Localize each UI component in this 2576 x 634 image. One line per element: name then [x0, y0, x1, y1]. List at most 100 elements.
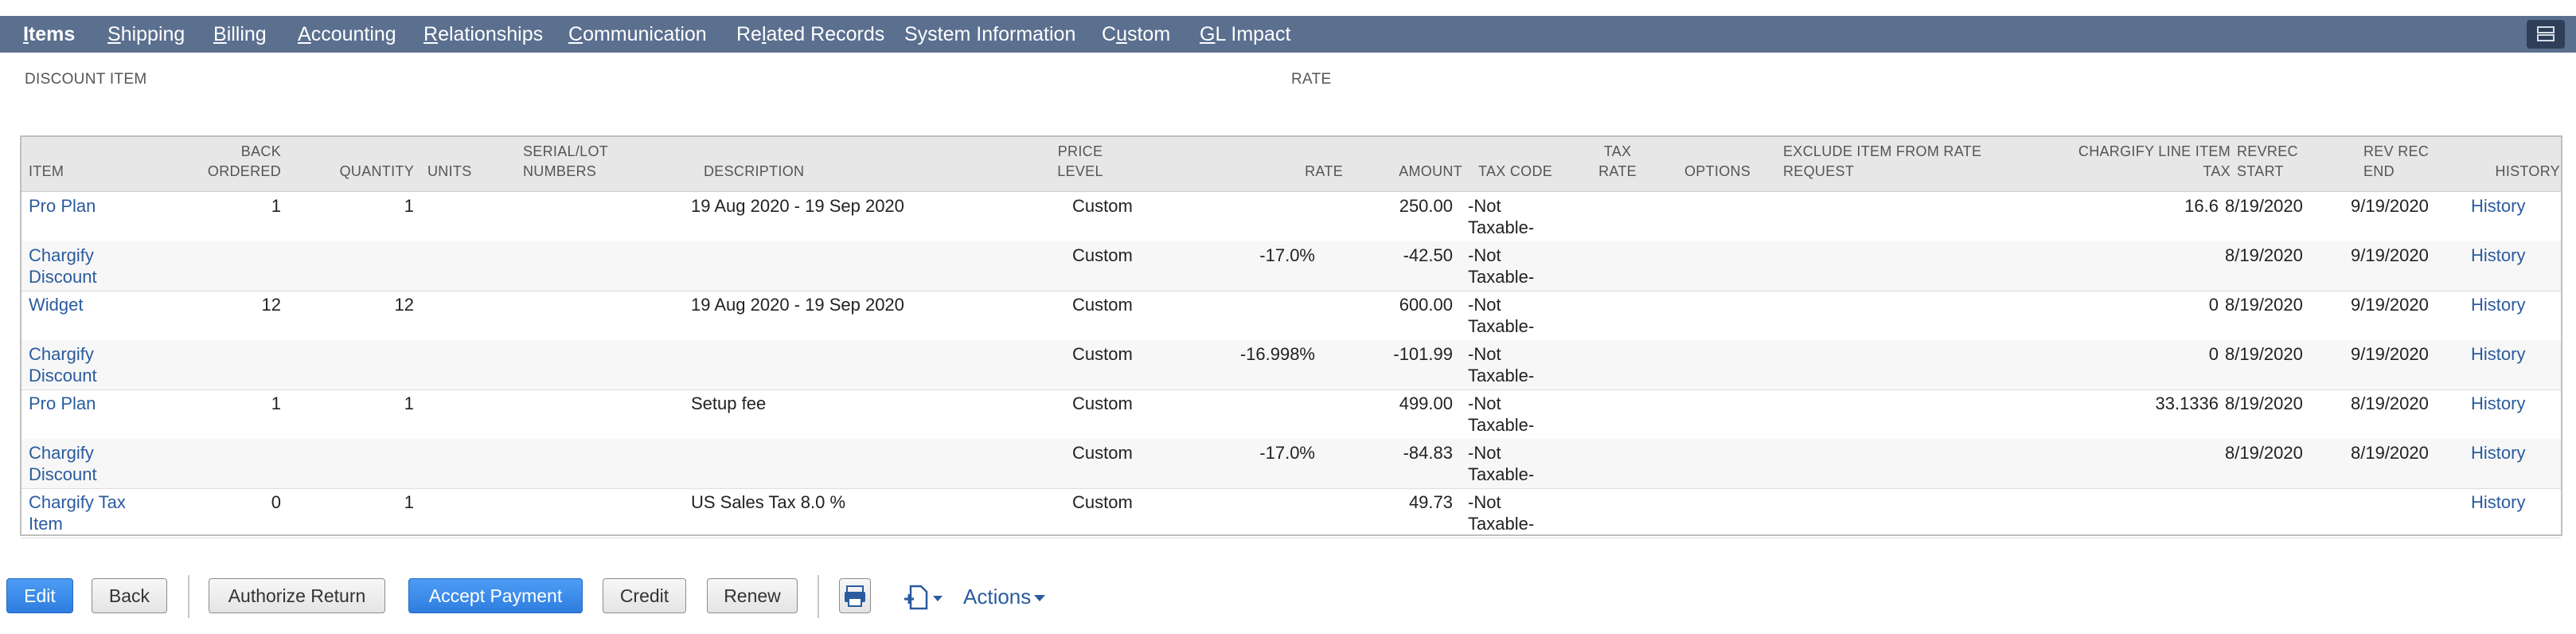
- column-header-rate[interactable]: RATE: [1247, 162, 1343, 182]
- rate-label: RATE: [1291, 71, 1332, 88]
- tab-label-part: hipping: [120, 23, 185, 45]
- tab-related-records[interactable]: Related Records: [736, 16, 884, 53]
- tab-communication[interactable]: Communication: [568, 16, 707, 53]
- items-table-header: ITEM BACK ORDERED QUANTITY UNITS SERIAL/LOT NU…: [21, 137, 2561, 192]
- tab-gl-impact[interactable]: GL Impact: [1200, 16, 1290, 53]
- cell-quantity: 12: [394, 295, 414, 315]
- cell-item[interactable]: Widget: [29, 294, 83, 315]
- column-header-units[interactable]: UNITS: [427, 162, 499, 182]
- tab-label-part: illing: [226, 23, 267, 45]
- column-header-revrec-end[interactable]: REV REC END: [2363, 142, 2451, 182]
- cell-chargify-tax: 33.1336: [2155, 393, 2219, 413]
- cell-description: 19 Aug 2020 - 19 Sep 2020: [691, 196, 904, 216]
- tab-label-part: ccounting: [310, 23, 396, 45]
- cell-history[interactable]: History: [2471, 442, 2525, 464]
- cell-amount: 600.00: [1399, 295, 1453, 315]
- column-header-label: DESCRIPTION: [704, 163, 805, 179]
- table-row[interactable]: Pro Plan 1 1 Setup fee Custom 499.00 -Not Taxab…: [21, 389, 2561, 440]
- cell-history[interactable]: History: [2471, 343, 2525, 365]
- cell-quantity: 1: [404, 196, 414, 216]
- cell-back-ordered: 0: [271, 492, 281, 512]
- accept-payment-button[interactable]: Accept Payment: [408, 578, 583, 613]
- cell-price-level: Custom: [1072, 344, 1133, 364]
- cell-history[interactable]: History: [2471, 393, 2525, 414]
- column-header-amount[interactable]: AMOUNT: [1367, 162, 1462, 182]
- column-header-label: PRICE: [1057, 143, 1103, 159]
- cell-line: -Not: [1468, 393, 1501, 413]
- cell-line: Taxable-: [1468, 217, 1535, 237]
- button-separator: [818, 575, 819, 618]
- cell-price-level: Custom: [1072, 295, 1133, 315]
- table-row[interactable]: Chargify Discount Custom -17.0% -42.50 -Not Ta…: [21, 241, 2561, 292]
- cell-chargify-tax: 0: [2208, 295, 2219, 315]
- cell-item[interactable]: Chargify Discount: [29, 442, 97, 485]
- actions-menu[interactable]: Actions: [963, 585, 1046, 609]
- column-header-quantity[interactable]: QUANTITY: [318, 162, 414, 182]
- tab-items[interactable]: Items: [23, 16, 75, 53]
- renew-button[interactable]: Renew: [707, 578, 798, 613]
- back-button[interactable]: Back: [92, 578, 167, 613]
- tab-label-part: Re: [736, 23, 762, 45]
- column-header-serial[interactable]: SERIAL/LOT NUMBERS: [523, 142, 650, 182]
- cell-line: Taxable-: [1468, 267, 1535, 287]
- column-header-options[interactable]: OPTIONS: [1684, 162, 1780, 182]
- table-row[interactable]: Widget 12 12 19 Aug 2020 - 19 Sep 2020 Custo…: [21, 291, 2561, 341]
- credit-button[interactable]: Credit: [603, 578, 686, 613]
- cell-item[interactable]: Chargify Discount: [29, 245, 97, 288]
- layout-toggle-icon[interactable]: [2527, 20, 2565, 49]
- column-header-back-ordered[interactable]: BACK ORDERED: [162, 142, 281, 182]
- column-header-description[interactable]: DESCRIPTION: [704, 162, 863, 182]
- table-row[interactable]: Chargify Tax Item 0 1 US Sales Tax 8.0 % Cust…: [21, 488, 2561, 538]
- column-header-history[interactable]: HISTORY: [2480, 162, 2560, 182]
- tab-relationships[interactable]: Relationships: [423, 16, 543, 53]
- column-header-chargify-tax[interactable]: CHARGIFY LINE ITEM TAX: [2039, 142, 2231, 182]
- cell-amount: 250.00: [1399, 196, 1453, 216]
- column-header-label: UNITS: [427, 163, 472, 179]
- cell-history[interactable]: History: [2471, 294, 2525, 315]
- cell-back-ordered: 1: [271, 393, 281, 413]
- tab-label-part: A: [298, 23, 311, 45]
- edit-button[interactable]: Edit: [6, 578, 73, 613]
- cell-line: Chargify Tax: [29, 492, 126, 512]
- column-header-label: HISTORY: [2495, 163, 2560, 179]
- column-header-label: RATE: [1598, 163, 1637, 179]
- cell-line: Pro Plan: [29, 196, 96, 216]
- cell-line: Taxable-: [1468, 415, 1535, 435]
- cell-item[interactable]: Chargify Discount: [29, 343, 97, 386]
- button-separator: [188, 575, 189, 618]
- column-header-tax-code[interactable]: TAX CODE: [1478, 162, 1574, 182]
- tab-accounting[interactable]: Accounting: [298, 16, 396, 53]
- cell-rate: -17.0%: [1259, 443, 1315, 463]
- column-header-label: START: [2237, 163, 2284, 179]
- tab-system-information[interactable]: System Information: [904, 16, 1075, 53]
- cell-item[interactable]: Pro Plan: [29, 393, 96, 414]
- cell-line: Discount: [29, 267, 97, 287]
- column-header-revrec-start[interactable]: REVREC START: [2237, 142, 2324, 182]
- column-header-tax-rate[interactable]: TAX RATE: [1582, 142, 1653, 182]
- cell-history[interactable]: History: [2471, 195, 2525, 217]
- cell-item[interactable]: Chargify Tax Item: [29, 491, 126, 534]
- column-header-price-level[interactable]: PRICE LEVEL: [1017, 142, 1144, 182]
- column-header-exclude[interactable]: EXCLUDE ITEM FROM RATE REQUEST: [1783, 142, 2022, 182]
- table-row[interactable]: Chargify Discount Custom -17.0% -84.83 -Not Ta…: [21, 439, 2561, 489]
- cell-item[interactable]: Pro Plan: [29, 195, 96, 217]
- column-header-label: TAX: [1603, 143, 1632, 159]
- tab-billing[interactable]: Billing: [213, 16, 267, 53]
- cell-tax-code: -Not Taxable-: [1468, 442, 1534, 485]
- tab-shipping[interactable]: Shipping: [107, 16, 185, 53]
- tab-custom[interactable]: Custom: [1102, 16, 1170, 53]
- cell-line: Discount: [29, 366, 97, 385]
- cell-history[interactable]: History: [2471, 491, 2525, 513]
- column-header-item[interactable]: ITEM: [29, 162, 124, 182]
- column-header-label: ITEM: [29, 163, 64, 179]
- cell-price-level: Custom: [1072, 196, 1133, 216]
- new-document-icon[interactable]: [900, 581, 947, 613]
- column-header-label: NUMBERS: [523, 163, 597, 179]
- print-icon[interactable]: [839, 578, 871, 613]
- table-row[interactable]: Pro Plan 1 1 19 Aug 2020 - 19 Sep 2020 Custo…: [21, 192, 2561, 242]
- authorize-return-button[interactable]: Authorize Return: [209, 578, 385, 613]
- table-row[interactable]: Chargify Discount Custom -16.998% -101.99 -No…: [21, 340, 2561, 390]
- cell-line: Chargify: [29, 443, 94, 463]
- cell-history[interactable]: History: [2471, 245, 2525, 266]
- cell-line: -Not: [1468, 344, 1501, 364]
